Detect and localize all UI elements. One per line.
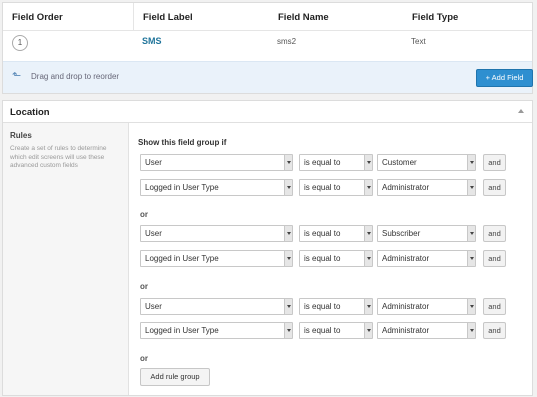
- dropdown-arrow-icon: [284, 299, 292, 314]
- select-value: Administrator: [382, 302, 430, 311]
- select-value: Administrator: [382, 326, 430, 335]
- rule-value-select[interactable]: Administrator: [377, 250, 476, 267]
- dropdown-arrow-icon: [467, 180, 475, 195]
- or-label: or: [140, 354, 148, 363]
- rule-operator-select[interactable]: is equal to: [299, 298, 373, 315]
- drag-hint: Drag and drop to reorder: [31, 72, 120, 81]
- dropdown-arrow-icon: [284, 251, 292, 266]
- select-value: Customer: [382, 158, 417, 167]
- select-value: is equal to: [304, 302, 341, 311]
- dropdown-arrow-icon: [284, 180, 292, 195]
- location-header[interactable]: Location: [3, 101, 532, 123]
- rule-param-select[interactable]: Logged in User Type: [140, 250, 293, 267]
- or-label: or: [140, 210, 148, 219]
- and-button[interactable]: and: [483, 225, 506, 242]
- select-value: is equal to: [304, 254, 341, 263]
- rules-title: Rules: [10, 131, 32, 140]
- rule-operator-select[interactable]: is equal to: [299, 154, 373, 171]
- rule-param-select[interactable]: User: [140, 225, 293, 242]
- rule-value-select[interactable]: Subscriber: [377, 225, 476, 242]
- dropdown-arrow-icon: [284, 226, 292, 241]
- and-button[interactable]: and: [483, 298, 506, 315]
- dropdown-arrow-icon: [364, 323, 372, 338]
- location-panel: Location Rules Create a set of rules to …: [2, 100, 533, 396]
- select-value: is equal to: [304, 326, 341, 335]
- field-row[interactable]: 1 SMS sms2 Text: [3, 31, 532, 59]
- dropdown-arrow-icon: [467, 155, 475, 170]
- dropdown-arrow-icon: [467, 323, 475, 338]
- rules-description: Create a set of rules to determine which…: [10, 145, 107, 169]
- fields-table-footer: ⬑ Drag and drop to reorder + Add Field: [3, 61, 533, 93]
- header-field-label: Field Label: [143, 12, 193, 23]
- header-field-order: Field Order: [12, 12, 63, 23]
- rule-param-select[interactable]: User: [140, 154, 293, 171]
- fields-table-header: Field Order Field Label Field Name Field…: [3, 3, 532, 31]
- select-value: User: [145, 302, 162, 311]
- rules-sidebar: Rules Create a set of rules to determine…: [3, 123, 129, 395]
- header-field-name: Field Name: [278, 12, 329, 23]
- rule-operator-select[interactable]: is equal to: [299, 250, 373, 267]
- rules-area: Show this field group if User is equal t…: [130, 123, 532, 395]
- and-button[interactable]: and: [483, 154, 506, 171]
- dropdown-arrow-icon: [467, 226, 475, 241]
- dropdown-arrow-icon: [284, 155, 292, 170]
- field-order-badge[interactable]: 1: [12, 35, 28, 51]
- field-label-link[interactable]: SMS: [142, 36, 162, 46]
- rule-value-select[interactable]: Administrator: [377, 179, 476, 196]
- rule-operator-select[interactable]: is equal to: [299, 179, 373, 196]
- dropdown-arrow-icon: [364, 251, 372, 266]
- dropdown-arrow-icon: [364, 226, 372, 241]
- rule-operator-select[interactable]: is equal to: [299, 322, 373, 339]
- dropdown-arrow-icon: [467, 251, 475, 266]
- and-button[interactable]: and: [483, 322, 506, 339]
- show-if-label: Show this field group if: [138, 138, 227, 147]
- select-value: User: [145, 229, 162, 238]
- rule-value-select[interactable]: Administrator: [377, 322, 476, 339]
- select-value: Logged in User Type: [145, 254, 219, 263]
- drag-arrow-icon: ⬑: [12, 70, 22, 82]
- select-value: Logged in User Type: [145, 326, 219, 335]
- add-field-button[interactable]: + Add Field: [476, 69, 533, 87]
- and-button[interactable]: and: [483, 250, 506, 267]
- rule-param-select[interactable]: User: [140, 298, 293, 315]
- select-value: is equal to: [304, 158, 341, 167]
- add-rule-group-button[interactable]: Add rule group: [140, 368, 210, 386]
- rule-value-select[interactable]: Customer: [377, 154, 476, 171]
- select-value: User: [145, 158, 162, 167]
- field-type: Text: [411, 37, 426, 46]
- location-title: Location: [10, 107, 50, 118]
- rule-param-select[interactable]: Logged in User Type: [140, 179, 293, 196]
- rule-param-select[interactable]: Logged in User Type: [140, 322, 293, 339]
- column-divider: [133, 3, 134, 31]
- collapse-arrow-icon[interactable]: [518, 109, 524, 113]
- dropdown-arrow-icon: [284, 323, 292, 338]
- select-value: Administrator: [382, 183, 430, 192]
- dropdown-arrow-icon: [364, 299, 372, 314]
- and-button[interactable]: and: [483, 179, 506, 196]
- select-value: Logged in User Type: [145, 183, 219, 192]
- select-value: is equal to: [304, 183, 341, 192]
- rule-value-select[interactable]: Administrator: [377, 298, 476, 315]
- fields-panel: Field Order Field Label Field Name Field…: [2, 2, 533, 94]
- select-value: Administrator: [382, 254, 430, 263]
- header-field-type: Field Type: [412, 12, 459, 23]
- dropdown-arrow-icon: [467, 299, 475, 314]
- rule-operator-select[interactable]: is equal to: [299, 225, 373, 242]
- dropdown-arrow-icon: [364, 155, 372, 170]
- select-value: Subscriber: [382, 229, 421, 238]
- dropdown-arrow-icon: [364, 180, 372, 195]
- or-label: or: [140, 282, 148, 291]
- field-name: sms2: [277, 37, 297, 46]
- select-value: is equal to: [304, 229, 341, 238]
